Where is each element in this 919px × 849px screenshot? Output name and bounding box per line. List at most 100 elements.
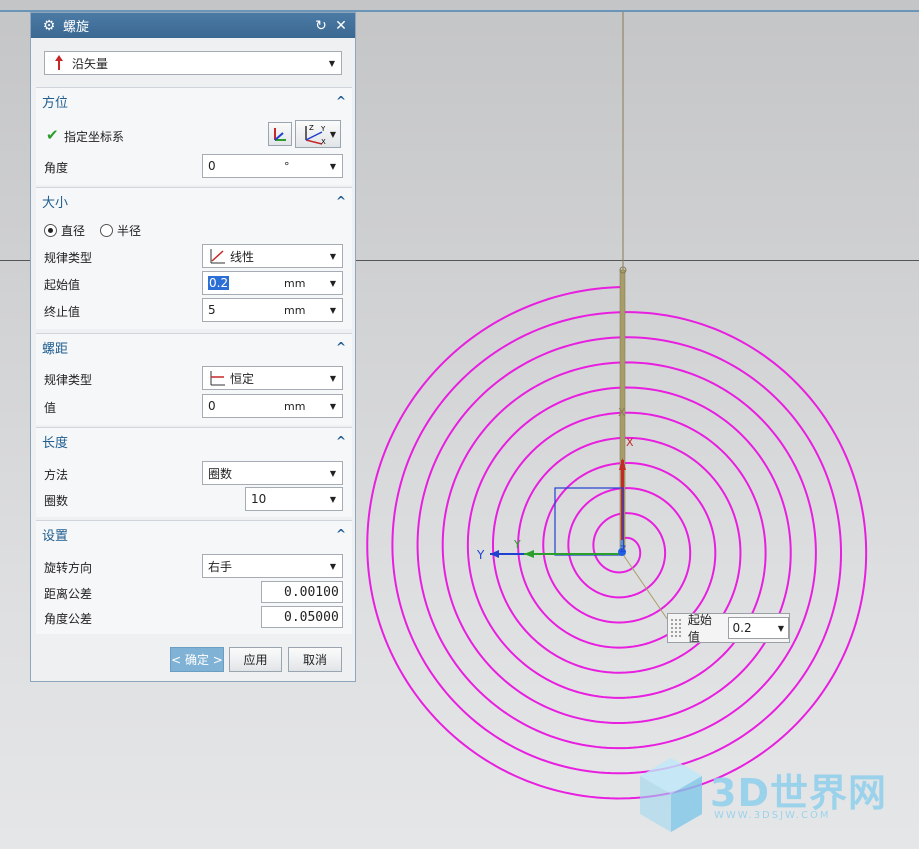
pitch-law-type-value: 恒定 [230,371,255,386]
rotation-select[interactable]: 右手 ▼ [202,554,343,578]
section-settings-title: 设置 [42,528,69,544]
linear-law-icon [210,249,225,264]
start-value-text: 0.2 [208,276,284,290]
csys-plane-box [554,487,624,556]
collapse-caret-icon[interactable]: ^ [330,340,352,354]
watermark: 3D世界网 WWW.3DSJW.COM [636,752,906,842]
apply-button[interactable]: 应用 [229,647,282,672]
y-outer-label: Y [476,548,485,562]
chevron-down-icon: ▼ [329,373,337,383]
end-value-input[interactable]: 5 mm ▼ [202,298,343,322]
end-value-text: 5 [208,303,216,317]
section-pitch-title: 螺距 [42,341,69,357]
pitch-law-type-select[interactable]: 恒定 ▼ [202,366,343,390]
chevron-down-icon: ▼ [329,468,337,478]
distance-tolerance-label: 距离公差 [44,587,93,601]
chevron-down-icon: ▼ [329,494,337,504]
reset-icon[interactable]: ↻ [313,18,329,34]
section-length-title: 长度 [42,435,69,451]
x-lower-label: X [626,436,634,449]
size-law-type-select[interactable]: 线性 ▼ [202,244,343,268]
section-length: 长度 ^ 方法 圈数 ▼ 圈数 10 ▼ [36,427,352,517]
csys-dialog-button[interactable] [268,122,292,146]
start-value-label: 起始值 [44,278,81,292]
section-orientation-header[interactable]: 方位 ^ [36,88,352,114]
watermark-url: WWW.3DSJW.COM [714,810,831,821]
drag-grip-icon[interactable] [670,618,682,638]
angle-tolerance-input[interactable]: 0.05000 [261,606,343,628]
collapse-caret-icon[interactable]: ^ [330,434,352,448]
collapse-caret-icon[interactable]: ^ [330,527,352,541]
helix-type-select[interactable]: 沿矢量 ▼ [44,51,342,75]
chevron-down-icon: ▼ [329,278,337,288]
size-law-type-value: 线性 [230,249,255,264]
angle-input[interactable]: 0 ° ▼ [202,154,343,178]
distance-tolerance-input[interactable]: 0.00100 [261,581,343,603]
radio-unselected-icon [100,224,113,237]
helix-type-value: 沿矢量 [72,56,109,71]
diameter-radio[interactable]: 直径 [44,222,85,239]
section-orientation-title: 方位 [42,95,69,111]
constant-law-icon [210,371,225,386]
diameter-label: 直径 [61,224,86,238]
pitch-value-input[interactable]: 0 mm ▼ [202,394,343,418]
tooltip-value-select[interactable]: 0.2 ▼ [727,617,789,639]
tooltip-label: 起始值 [687,613,712,644]
section-length-header[interactable]: 长度 ^ [36,428,352,454]
checkmark-icon: ✔ [46,126,59,144]
method-select[interactable]: 圈数 ▼ [202,461,343,485]
method-label: 方法 [44,468,69,482]
radius-radio[interactable]: 半径 [100,222,141,239]
gear-icon[interactable]: ⚙ [41,18,57,34]
y-arrow-head [524,550,534,558]
start-value-input[interactable]: 0.2 mm ▼ [202,271,343,295]
rotation-value: 右手 [208,559,233,574]
helix-dialog: ⚙ 螺旋 ↻ ✕ 沿矢量 ▼ 方位 ^ ✔ 指定坐标系 Z Y X ▼ 角度 0… [30,12,356,682]
end-value-label: 终止值 [44,305,81,319]
svg-text:Y: Y [320,125,326,133]
chevron-down-icon: ▼ [777,623,785,633]
method-value: 圈数 [208,466,233,481]
ok-button[interactable]: < 确定 > [170,647,224,672]
start-value-onscreen-input[interactable]: 起始值 0.2 ▼ [667,613,790,644]
chevron-down-icon: ▼ [328,58,336,68]
cancel-button[interactable]: 取消 [288,647,342,672]
section-settings: 设置 ^ 旋转方向 右手 ▼ 距离公差 0.00100 角度公差 0.05000 [36,520,352,634]
y-inner-label: Y [513,538,521,551]
helix-spiral [366,286,868,800]
end-value-unit: mm [284,303,306,317]
turns-input[interactable]: 10 ▼ [245,487,343,511]
watermark-cube-icon [640,758,702,832]
section-orientation: 方位 ^ ✔ 指定坐标系 Z Y X ▼ 角度 0 ° ▼ [36,87,352,185]
dialog-title: 螺旋 [63,20,90,35]
chevron-down-icon: ▼ [329,401,337,411]
rotation-label: 旋转方向 [44,561,93,575]
svg-text:X: X [321,138,326,146]
angle-value: 0 [208,159,216,173]
dialog-titlebar[interactable]: ⚙ 螺旋 ↻ ✕ [31,13,355,38]
angle-unit: ° [284,159,290,173]
collapse-caret-icon[interactable]: ^ [330,194,352,208]
svg-text:Z: Z [309,124,314,132]
size-law-type-label: 规律类型 [44,251,93,265]
radio-selected-icon [44,224,57,237]
pitch-value-label: 值 [44,401,57,415]
start-value-unit: mm [284,276,306,290]
chevron-down-icon: ▼ [329,161,337,171]
csys-type-dropdown[interactable]: Z Y X ▼ [295,120,341,148]
section-pitch-header[interactable]: 螺距 ^ [36,334,352,360]
watermark-text: 3D世界网 [710,771,887,815]
section-size-header[interactable]: 大小 ^ [36,188,352,214]
csys-dialog-icon [274,128,286,141]
chevron-down-icon: ▼ [329,561,337,571]
turns-label: 圈数 [44,494,69,508]
pitch-value-text: 0 [208,399,216,413]
section-pitch: 螺距 ^ 规律类型 恒定 ▼ 值 0 mm ▼ [36,333,352,425]
helix-curve [366,286,868,800]
collapse-caret-icon[interactable]: ^ [330,94,352,108]
chevron-down-icon: ▼ [329,129,337,139]
close-icon[interactable]: ✕ [333,18,349,34]
pitch-law-type-label: 规律类型 [44,373,93,387]
x-top-label: X [618,406,626,419]
section-settings-header[interactable]: 设置 ^ [36,521,352,547]
